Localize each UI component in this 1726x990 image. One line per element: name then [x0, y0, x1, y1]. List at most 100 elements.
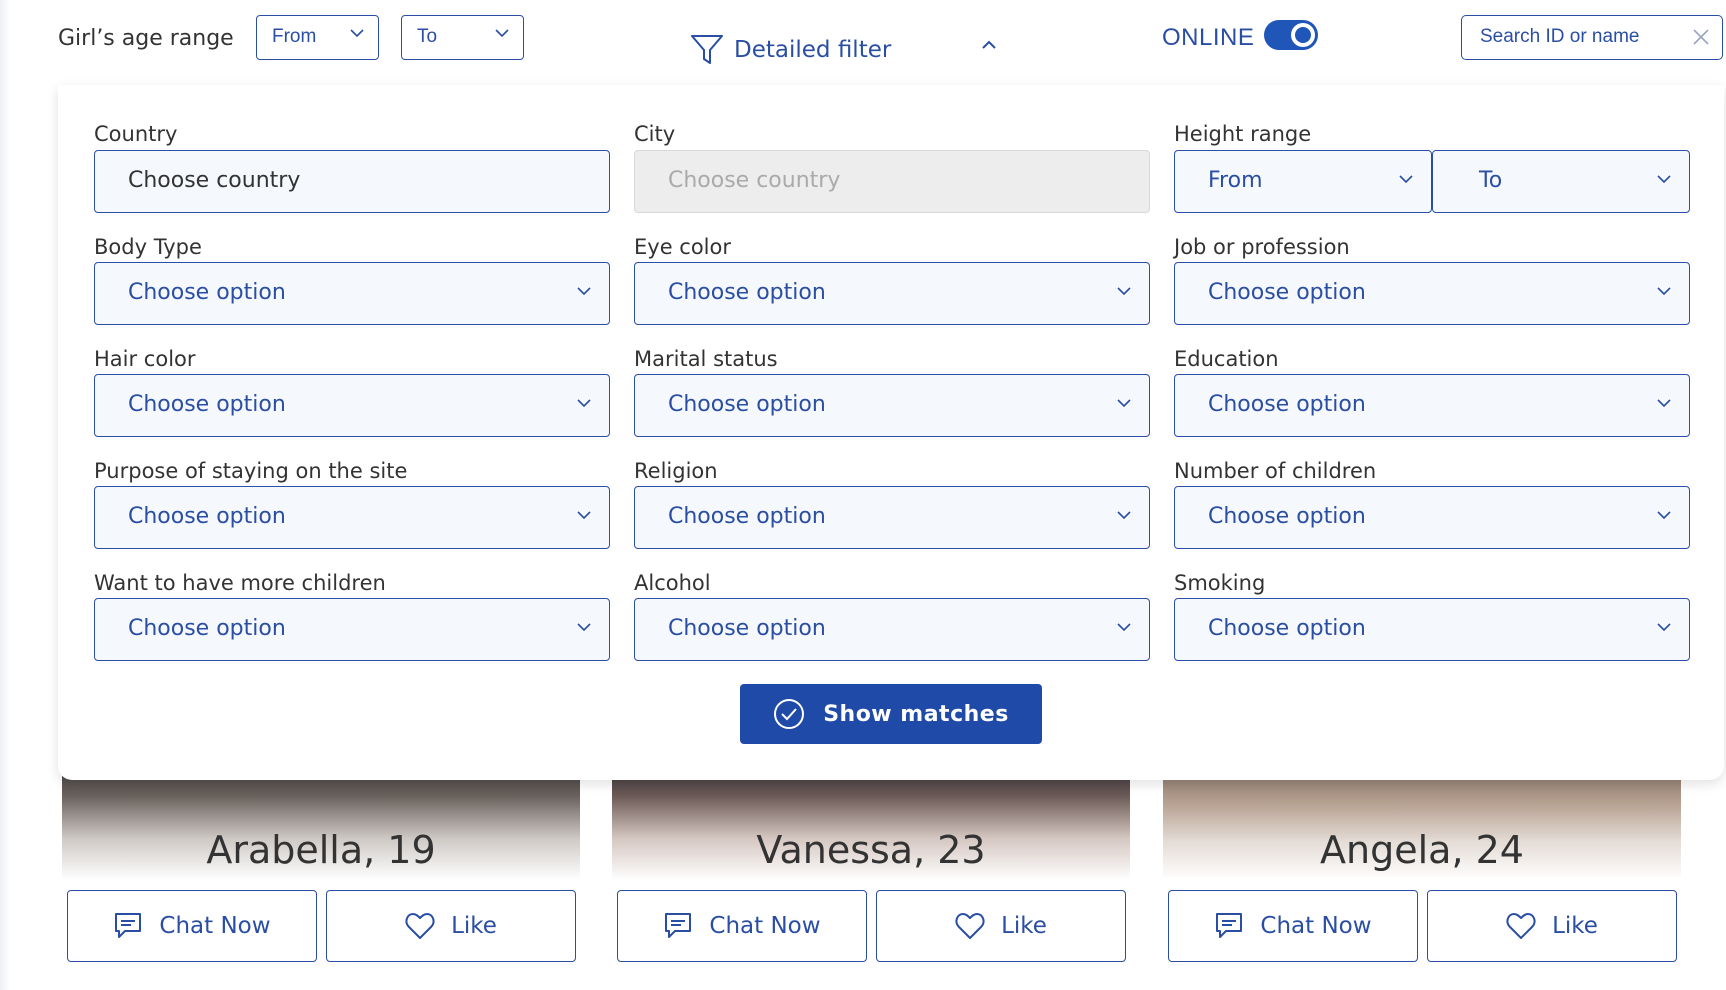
age-range-label: Girl’s age range — [58, 26, 234, 51]
heart-icon — [955, 913, 985, 939]
funnel-icon — [691, 35, 723, 64]
chat-icon — [1216, 913, 1243, 938]
chat-icon — [115, 913, 142, 938]
children-label: Number of children — [1174, 459, 1377, 483]
chevron-down-icon — [1117, 623, 1131, 632]
like-label: Like — [1001, 913, 1047, 939]
marital-status-select[interactable]: Choose option — [634, 374, 1150, 437]
body-type-select[interactable]: Choose option — [94, 262, 610, 325]
chat-now-button[interactable]: Chat Now — [1168, 890, 1418, 962]
education-select[interactable]: Choose option — [1174, 374, 1690, 437]
hair-color-select[interactable]: Choose option — [94, 374, 610, 437]
chevron-down-icon — [1657, 511, 1671, 520]
hair-color-value: Choose option — [128, 392, 286, 417]
profile-name: Angela, 24 — [1320, 828, 1524, 872]
city-value: Choose country — [668, 168, 841, 193]
eye-color-label: Eye color — [634, 235, 732, 259]
like-label: Like — [1552, 913, 1598, 939]
hair-color-label: Hair color — [94, 347, 196, 371]
height-to-select[interactable]: To — [1432, 150, 1690, 213]
children-value: Choose option — [1208, 504, 1366, 529]
alcohol-value: Choose option — [668, 616, 826, 641]
religion-value: Choose option — [668, 504, 826, 529]
more-children-select[interactable]: Choose option — [94, 598, 610, 661]
chevron-up-icon[interactable] — [982, 40, 996, 49]
chevron-down-icon — [495, 29, 509, 38]
chevron-down-icon — [1657, 623, 1671, 632]
check-circle-icon — [774, 699, 805, 729]
smoking-select[interactable]: Choose option — [1174, 598, 1690, 661]
chevron-down-icon — [350, 29, 364, 38]
left-edge-shadow — [0, 0, 10, 990]
heart-icon — [1506, 913, 1536, 939]
chat-now-label: Chat Now — [709, 913, 821, 939]
eye-color-value: Choose option — [668, 280, 826, 305]
search-input[interactable] — [1462, 16, 1682, 58]
online-label: ONLINE — [1162, 24, 1255, 51]
close-icon[interactable] — [1692, 28, 1710, 46]
city-label: City — [634, 122, 676, 146]
smoking-value: Choose option — [1208, 616, 1366, 641]
age-from-select[interactable]: From — [256, 15, 379, 60]
profile-card: Arabella, 19 Chat Now Like — [62, 760, 580, 990]
show-matches-label: Show matches — [823, 701, 1009, 727]
chat-icon — [665, 913, 692, 938]
online-toggle[interactable] — [1264, 20, 1318, 50]
chat-now-button[interactable]: Chat Now — [617, 890, 867, 962]
more-children-label: Want to have more children — [94, 571, 386, 595]
filter-top-bar: Girl’s age range From To Detailed filter… — [0, 0, 1726, 80]
search-box — [1461, 15, 1723, 60]
job-value: Choose option — [1208, 280, 1366, 305]
religion-label: Religion — [634, 459, 718, 483]
show-matches-button[interactable]: Show matches — [740, 684, 1042, 744]
alcohol-select[interactable]: Choose option — [634, 598, 1150, 661]
profile-name: Vanessa, 23 — [756, 828, 986, 872]
smoking-label: Smoking — [1174, 571, 1266, 595]
chevron-down-icon — [577, 511, 591, 520]
chevron-down-icon — [577, 399, 591, 408]
job-label: Job or profession — [1174, 235, 1350, 259]
purpose-select[interactable]: Choose option — [94, 486, 610, 549]
country-label: Country — [94, 122, 178, 146]
height-from-select[interactable]: From — [1174, 150, 1432, 213]
profile-name: Arabella, 19 — [206, 828, 436, 872]
job-select[interactable]: Choose option — [1174, 262, 1690, 325]
detailed-filter-panel: Country Choose country City Choose count… — [58, 85, 1724, 780]
religion-select[interactable]: Choose option — [634, 486, 1150, 549]
alcohol-label: Alcohol — [634, 571, 711, 595]
height-range-label: Height range — [1174, 122, 1312, 146]
chevron-down-icon — [1117, 287, 1131, 296]
like-button[interactable]: Like — [1427, 890, 1677, 962]
marital-status-value: Choose option — [668, 392, 826, 417]
chevron-down-icon — [577, 623, 591, 632]
country-select[interactable]: Choose country — [94, 150, 610, 213]
chevron-down-icon — [1117, 511, 1131, 520]
chat-now-button[interactable]: Chat Now — [67, 890, 317, 962]
height-to-value: To — [1479, 168, 1503, 193]
children-select[interactable]: Choose option — [1174, 486, 1690, 549]
like-button[interactable]: Like — [326, 890, 576, 962]
purpose-label: Purpose of staying on the site — [94, 459, 408, 483]
age-to-select[interactable]: To — [401, 15, 524, 60]
like-label: Like — [451, 913, 497, 939]
detailed-filter-toggle[interactable]: Detailed filter — [690, 30, 891, 70]
toggle-knob — [1291, 23, 1315, 47]
profile-card: Vanessa, 23 Chat Now Like — [612, 760, 1130, 990]
city-select: Choose country — [634, 150, 1150, 213]
more-children-value: Choose option — [128, 616, 286, 641]
education-value: Choose option — [1208, 392, 1366, 417]
like-button[interactable]: Like — [876, 890, 1126, 962]
chat-now-label: Chat Now — [159, 913, 271, 939]
chevron-down-icon — [577, 287, 591, 296]
eye-color-select[interactable]: Choose option — [634, 262, 1150, 325]
chevron-down-icon — [1657, 175, 1671, 184]
body-type-label: Body Type — [94, 235, 202, 259]
marital-status-label: Marital status — [634, 347, 778, 371]
chevron-down-icon — [1657, 399, 1671, 408]
detailed-filter-label: Detailed filter — [734, 37, 892, 63]
heart-icon — [405, 913, 435, 939]
profile-card: Angela, 24 Chat Now Like — [1163, 760, 1681, 990]
body-type-value: Choose option — [128, 280, 286, 305]
education-label: Education — [1174, 347, 1279, 371]
country-value: Choose country — [128, 168, 301, 193]
